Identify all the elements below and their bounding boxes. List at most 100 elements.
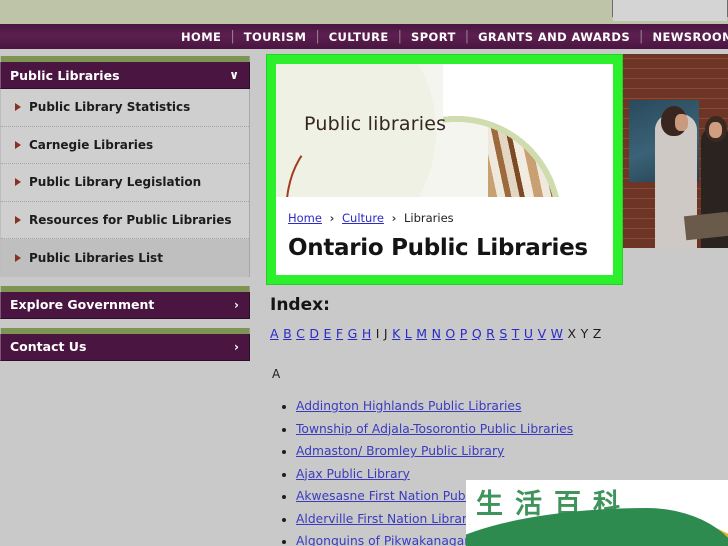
sidebar-menu: Public Library Statistics Carnegie Libra…: [0, 89, 250, 277]
top-strip: [0, 0, 728, 24]
highlighted-region: Public libraries Home › Culture › Librar…: [276, 64, 613, 275]
index-letter-w[interactable]: W: [551, 326, 563, 341]
sidebar: Public Libraries ∨ Public Library Statis…: [0, 56, 250, 370]
breadcrumb-home[interactable]: Home: [288, 211, 322, 225]
search-input[interactable]: [613, 4, 727, 21]
index-letter-g[interactable]: G: [348, 326, 358, 341]
sidebar-item-label: Public Library Statistics: [29, 100, 191, 115]
index-letter-b[interactable]: B: [283, 326, 292, 341]
list-item: Addington Highlands Public Libraries: [296, 395, 728, 414]
index-letter-m[interactable]: M: [416, 326, 427, 341]
sidebar-item-label: Resources for Public Libraries: [29, 212, 232, 227]
index-letter-h[interactable]: H: [362, 326, 371, 341]
sidebar-item-public-library-statistics[interactable]: Public Library Statistics: [1, 89, 249, 127]
index-letter-t[interactable]: T: [512, 326, 520, 341]
library-list: Addington Highlands Public Libraries Town…: [266, 395, 728, 546]
person-face: [675, 114, 688, 131]
index-letter-p[interactable]: P: [460, 326, 468, 341]
list-item: Algonquins of Pikwakanagan First Nation …: [296, 530, 728, 546]
nav-item-newsroom[interactable]: NEWSROOM: [643, 30, 728, 44]
nav-item-sport[interactable]: SPORT: [402, 30, 465, 44]
page-banner: Public libraries: [276, 64, 613, 197]
index-letter-r[interactable]: R: [486, 326, 495, 341]
library-link[interactable]: Algonquins of Pikwakanagan First Nation …: [296, 534, 593, 546]
search-box[interactable]: [612, 0, 728, 21]
index-letter-v[interactable]: V: [538, 326, 547, 341]
index-heading: Index:: [270, 295, 330, 315]
arrow-right-icon: [15, 215, 21, 224]
contact-us-header[interactable]: Contact Us ›: [0, 333, 250, 361]
index-letter-z: Z: [592, 326, 602, 341]
index-letter-a[interactable]: A: [270, 326, 279, 341]
breadcrumb-separator: ›: [391, 211, 397, 225]
index-section: Index: ABCDEFGHIJKLMNOPQRSTUVWXYZ A Addi…: [266, 295, 728, 546]
breadcrumb-current: Libraries: [403, 211, 454, 225]
index-letter-i: I: [375, 326, 380, 341]
library-link[interactable]: Township of Adjala-Tosorontio Public Lib…: [296, 422, 573, 436]
chevron-right-icon[interactable]: ›: [234, 299, 239, 311]
nav-item-tourism[interactable]: TOURISM: [235, 30, 316, 44]
index-letter-j: J: [383, 326, 388, 341]
library-link[interactable]: Admaston/ Bromley Public Library: [296, 444, 504, 458]
index-letter-n[interactable]: N: [432, 326, 441, 341]
arrow-right-icon: [15, 140, 21, 149]
arrow-right-icon: [15, 178, 21, 187]
index-letter-c[interactable]: C: [296, 326, 305, 341]
explore-government-header[interactable]: Explore Government ›: [0, 291, 250, 319]
nav-item-grants[interactable]: GRANTS AND AWARDS: [469, 30, 639, 44]
list-item: Admaston/ Bromley Public Library: [296, 440, 728, 459]
library-link[interactable]: Ajax Public Library: [296, 467, 410, 481]
banner-curve-mask: [443, 64, 613, 197]
index-letter-k[interactable]: K: [392, 326, 400, 341]
arrow-right-icon: [15, 103, 21, 112]
list-item: Township of Adjala-Tosorontio Public Lib…: [296, 418, 728, 437]
sidebar-item-label: Public Library Legislation: [29, 175, 202, 190]
index-letter-q[interactable]: Q: [472, 326, 482, 341]
index-letter-e[interactable]: E: [324, 326, 332, 341]
breadcrumb-separator: ›: [329, 211, 335, 225]
sidebar-panel-header[interactable]: Public Libraries ∨: [0, 62, 250, 89]
chevron-down-icon[interactable]: ∨: [229, 69, 239, 81]
sidebar-item-label: Carnegie Libraries: [29, 137, 154, 152]
index-letter-u[interactable]: U: [524, 326, 533, 341]
sidebar-item-resources-for-public-libraries[interactable]: Resources for Public Libraries: [1, 202, 249, 239]
nav-item-home[interactable]: HOME: [172, 30, 230, 44]
explore-government-title: Explore Government: [10, 297, 155, 312]
index-letter-s[interactable]: S: [499, 326, 507, 341]
breadcrumb-culture[interactable]: Culture: [342, 211, 384, 225]
sidebar-panel-title: Public Libraries: [10, 67, 120, 83]
list-item: Alderville First Nation Library: [296, 508, 728, 527]
arrow-right-icon: [15, 253, 21, 262]
index-letter-d[interactable]: D: [309, 326, 319, 341]
header-photo: [623, 54, 728, 248]
sidebar-item-carnegie-libraries[interactable]: Carnegie Libraries: [1, 127, 249, 164]
index-letter-x: X: [567, 326, 577, 341]
index-letter-f[interactable]: F: [336, 326, 343, 341]
index-letter-y: Y: [580, 326, 589, 341]
page-root: HOME | TOURISM | CULTURE | SPORT | GRANT…: [0, 0, 728, 546]
main-navigation[interactable]: HOME | TOURISM | CULTURE | SPORT | GRANT…: [0, 24, 728, 49]
library-link[interactable]: Addington Highlands Public Libraries: [296, 399, 521, 413]
list-item: Ajax Public Library: [296, 463, 728, 482]
library-link[interactable]: Akwesasne First Nation Public Library: [296, 489, 526, 503]
held-book: [683, 211, 728, 241]
sidebar-panel-explore-government: Explore Government ›: [0, 285, 250, 319]
green-highlight-box: Public libraries Home › Culture › Librar…: [266, 54, 623, 285]
sidebar-panel-contact-us: Contact Us ›: [0, 327, 250, 361]
chevron-right-icon[interactable]: ›: [234, 341, 239, 353]
sidebar-item-public-library-legislation[interactable]: Public Library Legislation: [1, 164, 249, 202]
index-group-letter: A: [272, 367, 281, 381]
index-letter-l[interactable]: L: [405, 326, 412, 341]
sidebar-panel-public-libraries: Public Libraries ∨ Public Library Statis…: [0, 56, 250, 277]
sidebar-item-public-libraries-list[interactable]: Public Libraries List: [1, 239, 249, 277]
index-letter-o[interactable]: O: [445, 326, 455, 341]
nav-item-culture[interactable]: CULTURE: [320, 30, 398, 44]
breadcrumb: Home › Culture › Libraries: [276, 197, 613, 225]
second-person-face: [709, 122, 722, 138]
list-item: Akwesasne First Nation Public Library: [296, 485, 728, 504]
alphabet-index[interactable]: ABCDEFGHIJKLMNOPQRSTUVWXYZ: [266, 315, 728, 341]
sidebar-item-label: Public Libraries List: [29, 250, 163, 265]
page-title: Ontario Public Libraries: [288, 235, 588, 261]
library-link[interactable]: Alderville First Nation Library: [296, 512, 474, 526]
banner-title: Public libraries: [304, 113, 447, 135]
